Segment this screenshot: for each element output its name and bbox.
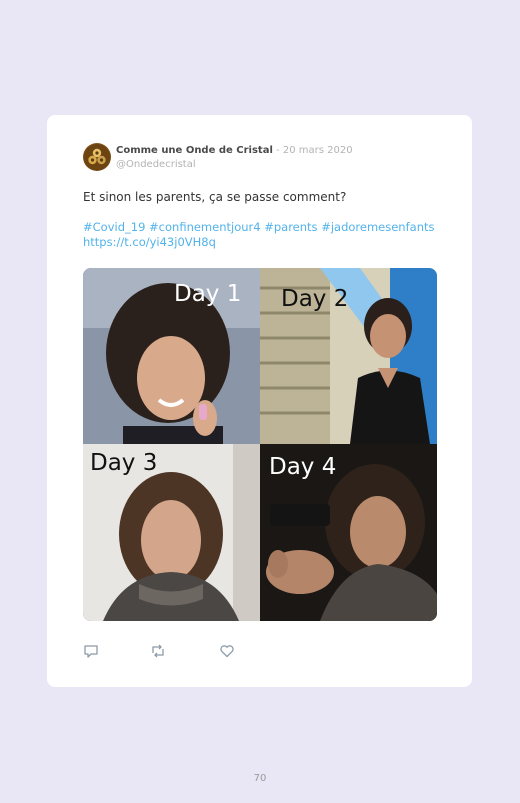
author-name[interactable]: Comme une Onde de Cristal <box>116 145 273 156</box>
panel-label-day-3: Day 3 <box>90 450 158 476</box>
photo-panel-day-4: Day 4 <box>260 444 437 621</box>
author-line: Comme une Onde de Cristal - 20 mars 2020 <box>116 144 353 157</box>
tweet-text: Et sinon les parents, ça se passe commen… <box>83 190 347 204</box>
author-handle[interactable]: @Ondedecristal <box>116 158 196 171</box>
tweet-date[interactable]: 20 mars 2020 <box>283 145 353 156</box>
panel-label-day-2: Day 2 <box>281 286 349 312</box>
tweet-link[interactable]: https://t.co/yi43j0VH8q <box>83 235 216 250</box>
tweet-card: Comme une Onde de Cristal - 20 mars 2020… <box>47 115 472 687</box>
tweet-hashtags[interactable]: #Covid_19 #confinementjour4 #parents #ja… <box>83 220 435 235</box>
reply-icon[interactable] <box>83 643 99 659</box>
page-number: 70 <box>253 773 267 784</box>
tweet-photo[interactable]: Day 1 Day 2 Day 3 Day 4 <box>83 268 437 621</box>
author-avatar[interactable] <box>83 143 111 171</box>
panel-label-day-4: Day 4 <box>269 454 337 480</box>
tweet-actions <box>83 643 243 659</box>
heart-icon[interactable] <box>219 643 235 659</box>
photo-panel-day-1: Day 1 <box>83 268 260 444</box>
panel-label-day-1: Day 1 <box>174 281 242 307</box>
date-separator: - <box>272 145 283 156</box>
photo-panel-day-3: Day 3 <box>83 444 260 621</box>
photo-panel-day-2: Day 2 <box>260 268 437 444</box>
retweet-icon[interactable] <box>150 643 166 659</box>
